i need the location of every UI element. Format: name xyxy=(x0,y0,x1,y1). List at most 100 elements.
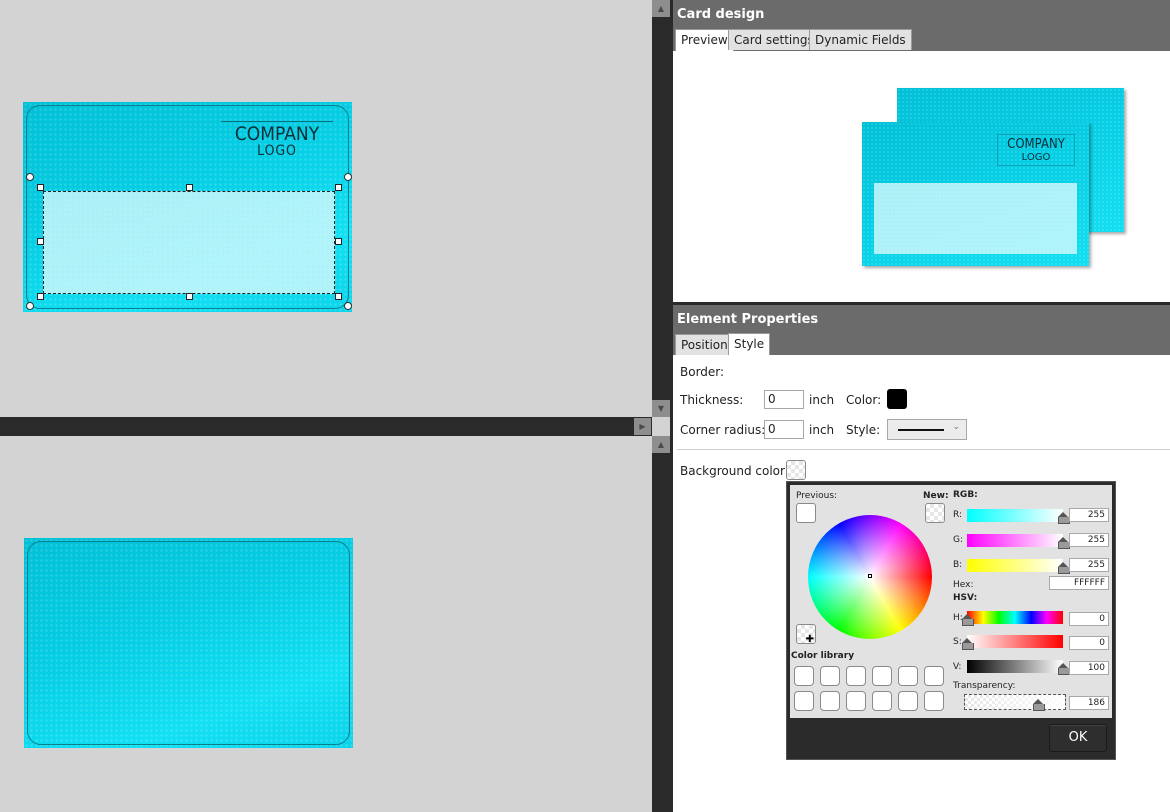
value-slider[interactable] xyxy=(967,660,1070,675)
card-handle-bottom-left[interactable] xyxy=(26,302,34,310)
color-wheel-marker[interactable] xyxy=(868,574,872,578)
background-color-label: Background color: xyxy=(680,464,789,478)
previous-color-swatch[interactable] xyxy=(796,503,816,523)
transparency-input[interactable]: 186 xyxy=(1069,696,1109,710)
color-wheel[interactable] xyxy=(808,515,932,639)
library-swatch[interactable] xyxy=(872,691,892,711)
card-handle-bottom-right[interactable] xyxy=(344,302,352,310)
blue-input[interactable]: 255 xyxy=(1069,558,1109,572)
element-properties-title: Element Properties xyxy=(677,312,819,327)
add-color-button[interactable]: ✚ xyxy=(796,624,816,645)
card-preview: COMPANY LOGO xyxy=(673,51,1170,302)
green-slider[interactable] xyxy=(967,534,1070,549)
preview-card-front: COMPANY LOGO xyxy=(862,122,1089,266)
card-handle-right[interactable] xyxy=(344,173,352,181)
resize-handle-top-right[interactable] xyxy=(335,184,342,191)
resize-handle-bottom-right[interactable] xyxy=(335,293,342,300)
library-swatch[interactable] xyxy=(846,666,866,686)
new-color-label: New: xyxy=(923,491,949,501)
horizontal-splitter[interactable] xyxy=(0,417,652,436)
border-label: Border: xyxy=(680,365,725,379)
thickness-unit: inch xyxy=(809,393,835,407)
card-handle-left[interactable] xyxy=(26,173,34,181)
color-picker-body: Previous: New: ✚ Color library RGB: R: 2… xyxy=(790,485,1112,718)
saturation-input[interactable]: 0 xyxy=(1069,636,1109,650)
s-label: S: xyxy=(953,637,962,647)
scroll-up-button-lower[interactable]: ▲ xyxy=(652,436,670,453)
transparency-slider[interactable] xyxy=(964,694,1066,711)
new-color-swatch xyxy=(925,503,945,523)
green-input[interactable]: 255 xyxy=(1069,533,1109,547)
chevron-down-icon: ⌄ xyxy=(952,422,960,432)
ok-button[interactable]: OK xyxy=(1049,724,1107,752)
library-swatch[interactable] xyxy=(794,666,814,686)
background-color-swatch[interactable] xyxy=(786,460,806,480)
selected-rectangle-element[interactable] xyxy=(43,191,335,294)
card-back[interactable] xyxy=(24,538,353,748)
library-swatch[interactable] xyxy=(898,691,918,711)
v-label: V: xyxy=(953,662,962,672)
tab-preview[interactable]: Preview xyxy=(675,29,734,51)
library-swatch[interactable] xyxy=(846,691,866,711)
resize-handle-bottom[interactable] xyxy=(186,293,193,300)
blue-slider[interactable] xyxy=(967,559,1070,574)
scroll-up-button[interactable]: ▲ xyxy=(652,0,670,17)
transparency-label: Transparency: xyxy=(953,681,1016,691)
color-picker-popup: Previous: New: ✚ Color library RGB: R: 2… xyxy=(786,481,1116,760)
resize-handle-left[interactable] xyxy=(37,238,44,245)
tab-position[interactable]: Position xyxy=(675,334,734,355)
form-divider xyxy=(677,449,1170,450)
border-color-swatch[interactable] xyxy=(887,389,907,409)
red-slider[interactable] xyxy=(967,509,1070,524)
element-properties-header: Element Properties Position Style xyxy=(673,305,1170,355)
border-style-label: Style: xyxy=(846,423,881,437)
tab-dynamic-fields[interactable]: Dynamic Fields xyxy=(809,29,912,50)
library-swatch[interactable] xyxy=(924,666,944,686)
previous-color-label: Previous: xyxy=(796,491,838,501)
library-swatch[interactable] xyxy=(820,691,840,711)
hue-input[interactable]: 0 xyxy=(1069,612,1109,626)
border-color-label: Color: xyxy=(846,393,882,407)
resize-handle-right[interactable] xyxy=(335,238,342,245)
tab-style[interactable]: Style xyxy=(728,333,771,355)
hex-input[interactable]: FFFFFF xyxy=(1049,576,1109,590)
vertical-scrollbar[interactable]: ▲ ▼ ▲ xyxy=(652,0,670,812)
resize-handle-bottom-left[interactable] xyxy=(37,293,44,300)
border-style-dropdown[interactable]: ⌄ xyxy=(887,419,967,440)
color-library-label: Color library xyxy=(791,651,855,661)
r-label: R: xyxy=(953,510,963,520)
logo-divider xyxy=(221,121,333,122)
card-front[interactable]: COMPANY LOGO xyxy=(23,102,352,312)
corner-radius-input[interactable]: 0 xyxy=(764,420,804,439)
resize-handle-top-left[interactable] xyxy=(37,184,44,191)
thickness-input[interactable]: 0 xyxy=(764,390,804,409)
scroll-down-button[interactable]: ▼ xyxy=(652,400,670,417)
resize-handle-top[interactable] xyxy=(186,184,193,191)
library-swatch[interactable] xyxy=(820,666,840,686)
hue-slider[interactable] xyxy=(962,611,1063,626)
back-design-canvas[interactable] xyxy=(0,436,652,812)
preview-logo-word-text: LOGO xyxy=(1021,152,1051,163)
transparency-gradient xyxy=(965,695,1065,709)
tab-card-settings[interactable]: Card settings xyxy=(728,29,820,50)
library-swatch[interactable] xyxy=(872,666,892,686)
library-swatch[interactable] xyxy=(794,691,814,711)
company-logo[interactable]: COMPANY LOGO xyxy=(219,124,335,158)
preview-company-logo: COMPANY LOGO xyxy=(997,134,1075,166)
b-label: B: xyxy=(953,560,963,570)
card-border xyxy=(27,541,350,745)
logo-company-text: COMPANY xyxy=(234,123,320,145)
scroll-right-button[interactable]: ▶ xyxy=(634,418,651,435)
scroll-corner xyxy=(652,417,670,436)
card-design-header: Card design Preview Card settings Dynami… xyxy=(673,0,1170,51)
red-input[interactable]: 255 xyxy=(1069,508,1109,522)
front-design-canvas[interactable]: COMPANY LOGO xyxy=(0,0,652,417)
corner-radius-label: Corner radius: xyxy=(680,423,766,437)
library-swatch[interactable] xyxy=(898,666,918,686)
value-input[interactable]: 100 xyxy=(1069,661,1109,675)
g-label: G: xyxy=(953,535,964,545)
library-swatch[interactable] xyxy=(924,691,944,711)
hsv-label: HSV: xyxy=(953,593,978,603)
card-design-title: Card design xyxy=(677,7,765,22)
saturation-slider[interactable] xyxy=(962,635,1063,650)
